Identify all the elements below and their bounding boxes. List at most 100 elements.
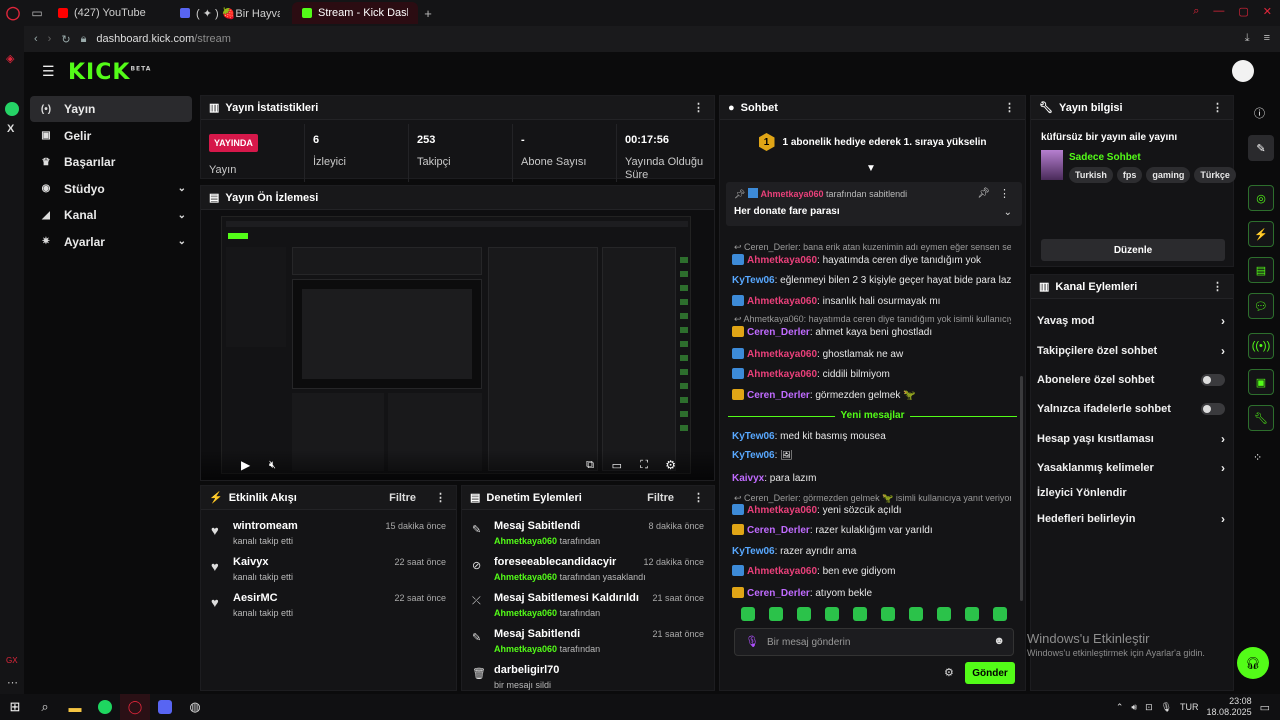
channel-actions-more-icon[interactable]: ⋮ <box>1212 280 1223 293</box>
chat-message[interactable]: Ahmetkaya060: ghostlamak ne aw <box>732 348 1011 360</box>
emote-icon[interactable] <box>741 607 755 621</box>
chat-message[interactable]: Ahmetkaya060: yeni sözcük açıldı <box>732 504 1011 516</box>
chat-username[interactable]: Ceren_Derler <box>747 327 810 338</box>
emote-icon[interactable] <box>797 607 811 621</box>
record-tool-icon[interactable]: ◎ <box>1248 185 1274 211</box>
theater-button[interactable]: ▭ <box>612 459 622 472</box>
chat-message[interactable]: Ahmetkaya060: hayatımda ceren diye tanıd… <box>732 254 1011 266</box>
tray-chevron-icon[interactable]: ⌃ <box>1116 702 1124 713</box>
category-name[interactable]: Sadece Sohbet <box>1069 152 1141 163</box>
pinned-more-icon[interactable]: ⋮ <box>999 187 1010 200</box>
forward-icon[interactable]: › <box>48 33 52 45</box>
sidebar-settings-icon[interactable]: GX <box>6 656 18 665</box>
workspaces-icon[interactable]: ▭ <box>26 6 48 20</box>
close-button[interactable]: ✕ <box>1263 5 1272 18</box>
chat-more-icon[interactable]: ⋮ <box>1004 101 1015 114</box>
moderation-item[interactable]: ✎ Mesaj Sabitlendi Ahmetkaya060 tarafından… <box>470 520 706 554</box>
obs-icon[interactable]: ◍ <box>180 694 210 720</box>
chat-username[interactable]: KyTew06 <box>732 546 775 557</box>
chat-username[interactable]: KyTew06 <box>732 275 775 286</box>
pip-button[interactable]: ⧉ <box>586 459 594 472</box>
browser-tab[interactable]: (427) YouTube <box>48 2 168 24</box>
clock[interactable]: 23:08 18.08.2025 <box>1207 696 1252 718</box>
chat-username[interactable]: Ahmetkaya060 <box>747 255 817 266</box>
mute-button[interactable]: 🔇︎ <box>269 459 276 472</box>
channel-action-item[interactable]: Yavaş mod › <box>1037 311 1225 331</box>
emote-icon[interactable] <box>853 607 867 621</box>
toggle-switch[interactable] <box>1201 403 1225 415</box>
chat-username[interactable]: Ceren_Derler <box>747 525 810 536</box>
moderation-more-icon[interactable]: ⋮ <box>693 491 704 504</box>
new-tab-button[interactable]: + <box>418 6 438 21</box>
menu-icon[interactable]: ≡ <box>1264 32 1270 45</box>
chat-input[interactable]: 🎙︎ Bir mesaj gönderin ☻ <box>734 628 1014 656</box>
layout-tool-icon[interactable]: ▣ <box>1248 369 1274 395</box>
url-field[interactable]: dashboard.kick.com/stream <box>96 33 231 45</box>
nav-item-4[interactable]: ◢ Kanal ⌄ <box>30 202 192 228</box>
notes-tool-icon[interactable]: ▤ <box>1248 257 1274 283</box>
lightning-tool-icon[interactable]: ⚡ <box>1248 221 1274 247</box>
chat-message[interactable]: Ceren_Derler: atıyom bekle <box>732 587 1011 599</box>
chat-username[interactable]: Ahmetkaya060 <box>747 505 817 516</box>
reply-context[interactable]: ↩ Ahmetkaya060: hayatımda ceren diye tan… <box>734 314 1011 325</box>
file-explorer-icon[interactable]: ▬ <box>60 694 90 720</box>
chat-username[interactable]: Ahmetkaya060 <box>747 349 817 360</box>
chat-message[interactable]: Ceren_Derler: razer kulaklığım var yarıl… <box>732 524 1011 536</box>
wrench-tool-icon[interactable]: 🔧︎ <box>1248 405 1274 431</box>
activity-item[interactable]: ♥ Kaivyx kanalı takip etti 22 saat önce <box>209 556 448 590</box>
lang-indicator[interactable]: TUR <box>1180 702 1199 712</box>
emote-icon[interactable] <box>909 607 923 621</box>
activity-filter-button[interactable]: Filtre <box>389 492 416 504</box>
chat-tool-icon[interactable]: 💬︎ <box>1248 293 1274 319</box>
fullscreen-button[interactable]: ⛶ <box>640 459 648 472</box>
gift-promo[interactable]: 1 1 abonelik hediye ederek 1. sıraya yük… <box>720 124 1025 160</box>
start-button[interactable]: ⊞ <box>0 694 30 720</box>
reload-icon[interactable]: ↻ <box>61 33 70 46</box>
tag-chip[interactable]: Türkçe <box>1194 167 1236 183</box>
moderation-item[interactable]: 🗑 darbeligirl70 bir mesajı sildi <box>470 664 706 690</box>
channel-action-item[interactable]: Takipçilere özel sohbet › <box>1037 341 1225 361</box>
emote-bar[interactable] <box>734 607 1018 623</box>
channel-action-item[interactable]: Hedefleri belirleyin › <box>1037 509 1225 529</box>
channel-action-item[interactable]: İzleyici Yönlendir <box>1037 483 1225 503</box>
search-icon[interactable]: ⌕ <box>30 694 60 720</box>
tag-chip[interactable]: gaming <box>1146 167 1191 183</box>
support-chat-button[interactable]: 🎧︎ <box>1237 647 1269 679</box>
reply-context[interactable]: ↩ Ceren_Derler: bana erik atan kuzenimin… <box>734 242 1011 253</box>
emote-icon[interactable] <box>965 607 979 621</box>
browser-tab[interactable]: Stream - Kick Dashboard <box>292 2 418 24</box>
emote-icon[interactable] <box>937 607 951 621</box>
sidebar-more-icon[interactable]: ⋯ <box>7 676 18 689</box>
chat-username[interactable]: Ceren_Derler <box>747 588 810 599</box>
notifications-icon[interactable]: ▭ <box>1260 701 1270 714</box>
emote-icon[interactable] <box>881 607 895 621</box>
hamburger-menu-icon[interactable]: ☰ <box>42 63 55 80</box>
chat-scrollbar[interactable] <box>1020 376 1023 601</box>
activity-more-icon[interactable]: ⋮ <box>435 491 446 504</box>
search-tabs-icon[interactable]: ⌕ <box>1193 5 1199 18</box>
kick-logo[interactable]: KICKBETA <box>68 60 151 85</box>
moderation-item[interactable]: ⤫ Mesaj Sabitlemesi Kaldırıldı Ahmetkaya06… <box>470 592 706 626</box>
x-icon[interactable]: X <box>7 123 14 135</box>
nav-item-2[interactable]: ♛ Başarılar <box>30 149 192 175</box>
nav-item-0[interactable]: (•) Yayın <box>30 96 192 122</box>
chat-username[interactable]: KyTew06 <box>732 431 775 442</box>
streaminfo-more-icon[interactable]: ⋮ <box>1212 101 1223 114</box>
chat-message[interactable]: KyTew06: 🖼 <box>732 450 1011 461</box>
chat-message[interactable]: Ahmetkaya060: ben eve gidiyom <box>732 565 1011 577</box>
add-widget-icon[interactable]: ⁘ <box>1253 451 1262 464</box>
emoji-icon[interactable]: ☻ <box>993 635 1005 647</box>
browser-tab[interactable]: ( ✦ ) 🍓Bir Hayvanat Bahç <box>170 2 290 24</box>
activity-item[interactable]: ♥ wintromeam kanalı takip etti 15 dakika ön… <box>209 520 448 554</box>
edit-tool-icon[interactable]: ✎ <box>1248 135 1274 161</box>
broadcast-tool-icon[interactable]: ((•)) <box>1248 333 1274 359</box>
chat-message[interactable]: Ahmetkaya060: insanlık hali osurmayak mı <box>732 295 1011 307</box>
expand-pinned-icon[interactable]: ⌄ <box>1004 207 1012 218</box>
mic-icon[interactable]: 🎙︎ <box>745 635 759 648</box>
emote-icon[interactable] <box>825 607 839 621</box>
tag-chip[interactable]: fps <box>1116 167 1143 183</box>
moderation-item[interactable]: ⊘ foreseeablecandidacyir Ahmetkaya060 tara… <box>470 556 706 590</box>
chat-message[interactable]: Kaivyx: para lazım <box>732 473 1011 484</box>
download-icon[interactable]: ⤓ <box>1245 32 1250 45</box>
avatar[interactable] <box>1232 60 1254 82</box>
